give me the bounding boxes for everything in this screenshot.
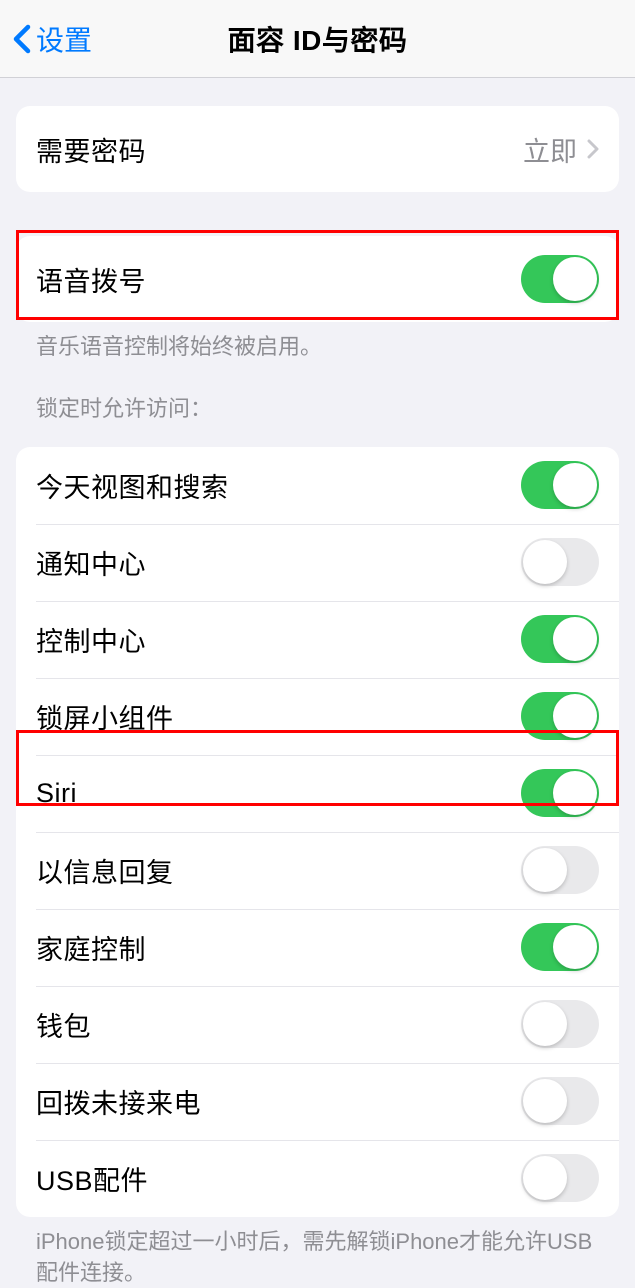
group-require-passcode: 需要密码 立即	[16, 106, 619, 192]
row-home-control: 家庭控制	[16, 909, 619, 986]
wallet-toggle[interactable]	[521, 1000, 599, 1048]
group-voice-dial: 语音拨号	[16, 236, 619, 322]
chevron-right-icon	[587, 139, 599, 159]
require-passcode-value: 立即	[523, 130, 577, 169]
row-reply-message: 以信息回复	[16, 832, 619, 909]
voice-dial-toggle[interactable]	[521, 255, 599, 303]
notification-center-label: 通知中心	[36, 543, 146, 582]
wallet-label: 钱包	[36, 1005, 91, 1044]
row-voice-dial: 语音拨号	[16, 236, 619, 322]
row-return-missed: 回拨未接来电	[16, 1063, 619, 1140]
reply-message-toggle[interactable]	[521, 846, 599, 894]
page-title: 面容 ID与密码	[228, 19, 408, 59]
require-passcode-label: 需要密码	[36, 130, 146, 169]
row-today-search: 今天视图和搜索	[16, 447, 619, 524]
back-button[interactable]: 设置	[12, 19, 92, 59]
navigation-bar: 设置 面容 ID与密码	[0, 0, 635, 78]
today-search-toggle[interactable]	[521, 461, 599, 509]
home-control-toggle[interactable]	[521, 923, 599, 971]
today-search-label: 今天视图和搜索	[36, 466, 229, 505]
group-allow-access: 今天视图和搜索 通知中心 控制中心 锁屏小组件 Siri 以信息回复 家庭控制	[16, 447, 619, 1217]
return-missed-label: 回拨未接来电	[36, 1082, 201, 1121]
row-require-passcode[interactable]: 需要密码 立即	[16, 106, 619, 192]
usb-label: USB配件	[36, 1159, 148, 1198]
lock-widgets-label: 锁屏小组件	[36, 697, 174, 736]
reply-message-label: 以信息回复	[36, 851, 174, 890]
row-lock-widgets: 锁屏小组件	[16, 678, 619, 755]
return-missed-toggle[interactable]	[521, 1077, 599, 1125]
usb-footer: iPhone锁定超过一小时后，需先解锁iPhone才能允许USB 配件连接。	[16, 1217, 619, 1288]
allow-access-header: 锁定时允许访问：	[16, 363, 619, 431]
row-notification-center: 通知中心	[16, 524, 619, 601]
chevron-left-icon	[12, 24, 32, 54]
row-siri: Siri	[16, 755, 619, 832]
voice-dial-footer: 音乐语音控制将始终被启用。	[16, 322, 619, 363]
lock-widgets-toggle[interactable]	[521, 692, 599, 740]
voice-dial-label: 语音拨号	[36, 260, 146, 299]
row-right: 立即	[523, 130, 599, 169]
home-control-label: 家庭控制	[36, 928, 146, 967]
siri-toggle[interactable]	[521, 769, 599, 817]
back-label: 设置	[36, 19, 92, 59]
usb-toggle[interactable]	[521, 1154, 599, 1202]
row-wallet: 钱包	[16, 986, 619, 1063]
control-center-label: 控制中心	[36, 620, 146, 659]
row-control-center: 控制中心	[16, 601, 619, 678]
notification-center-toggle[interactable]	[521, 538, 599, 586]
siri-label: Siri	[36, 778, 77, 809]
control-center-toggle[interactable]	[521, 615, 599, 663]
row-usb: USB配件	[16, 1140, 619, 1217]
